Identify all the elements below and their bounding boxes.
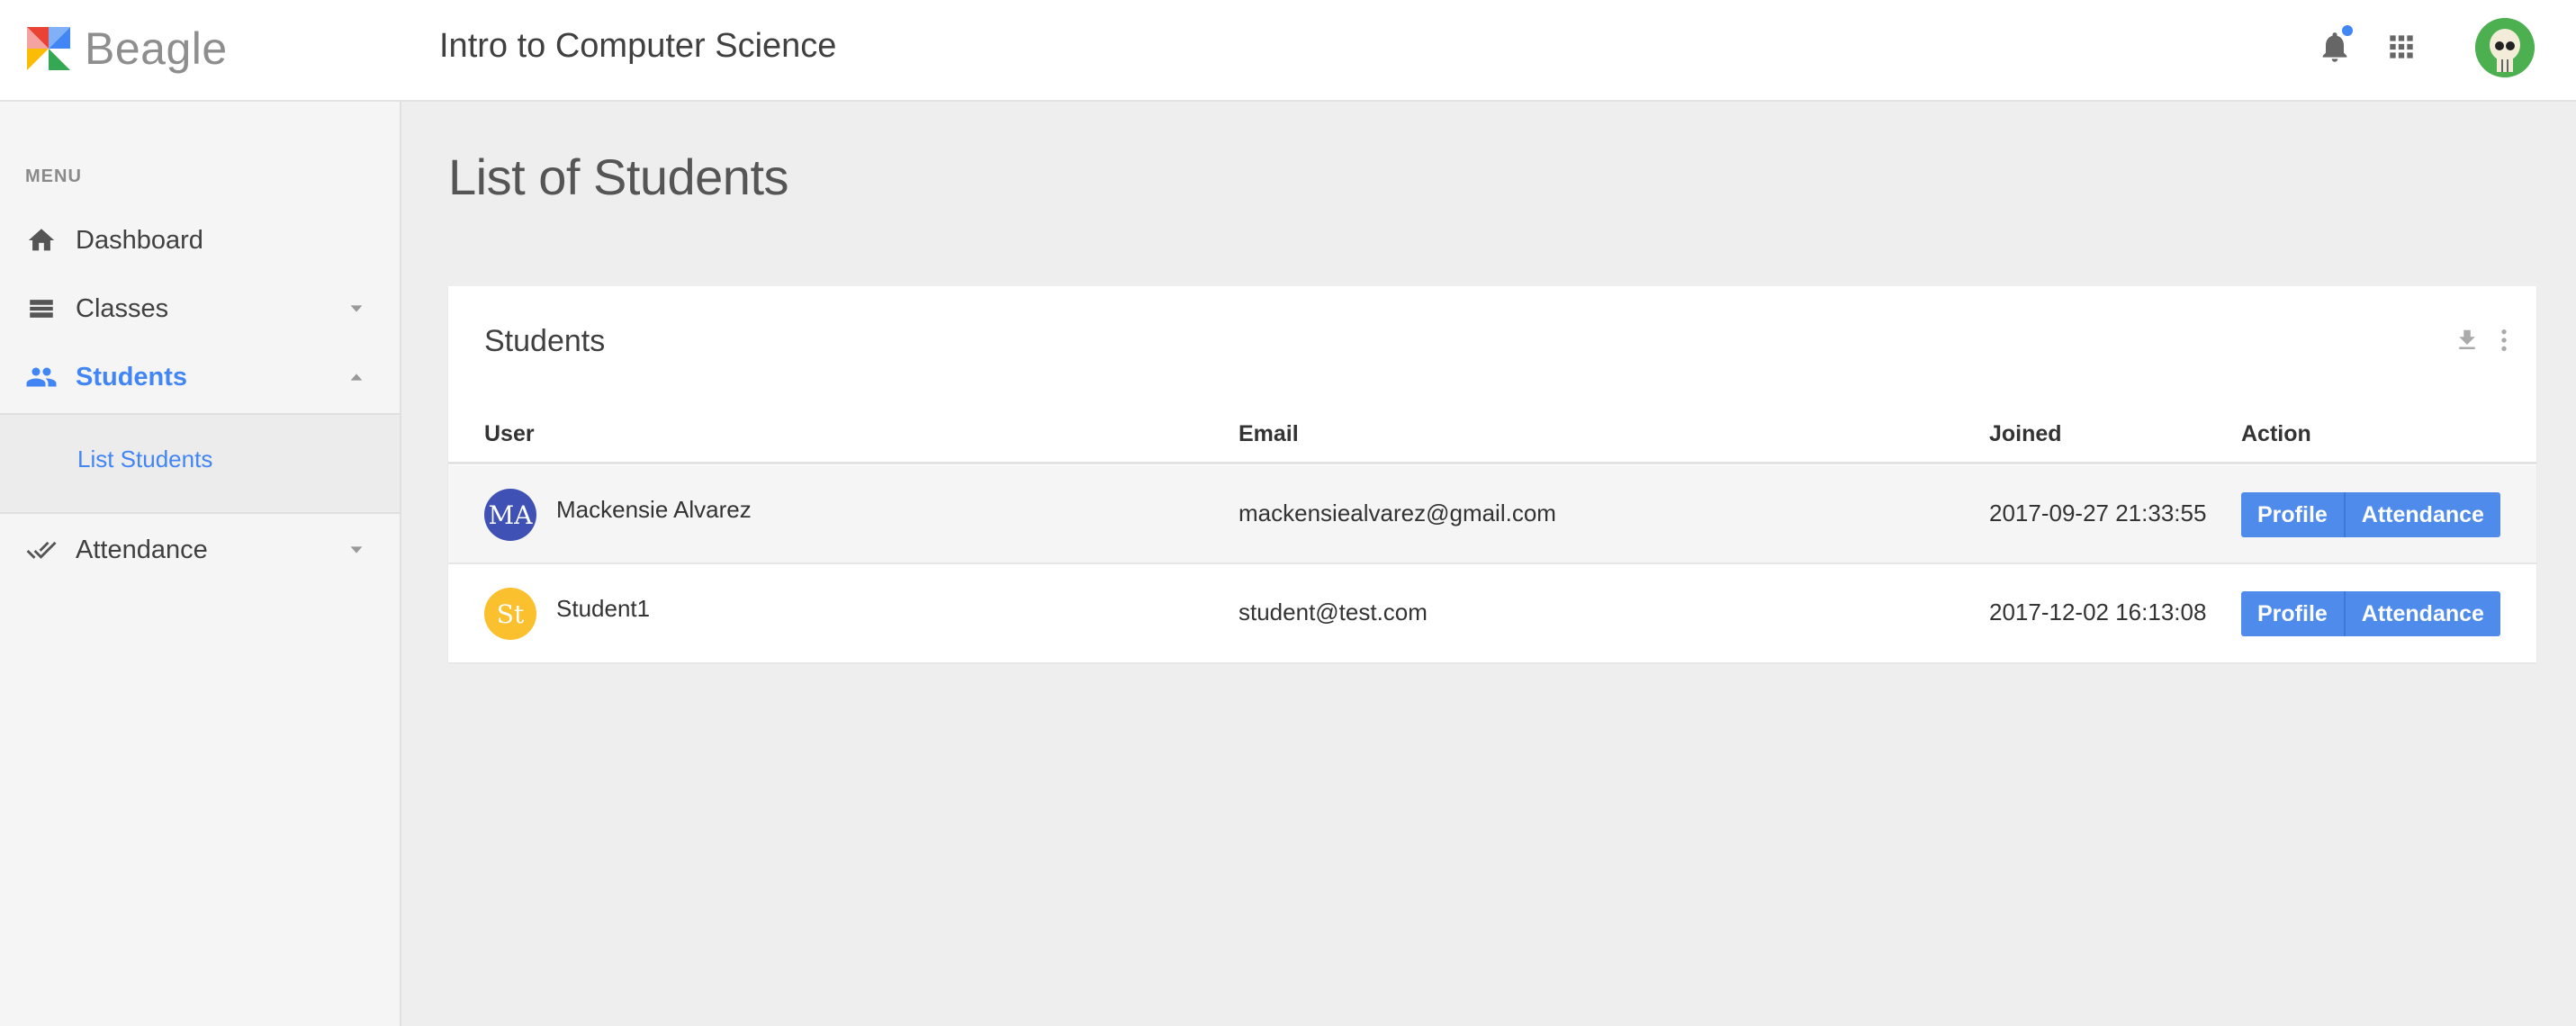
app-name: Beagle [85, 23, 228, 74]
submenu-item-list-students[interactable]: List Students [77, 446, 212, 473]
sidebar-item-attendance[interactable]: Attendance [0, 516, 400, 584]
chevron-up-icon [346, 366, 367, 388]
list-icon [25, 292, 58, 325]
card-title: Students [484, 324, 606, 358]
student-joined: 2017-09-27 21:33:55 [1989, 500, 2207, 526]
notifications-button[interactable] [2311, 23, 2358, 70]
home-icon [25, 224, 58, 256]
page-title: List of Students [448, 148, 789, 205]
people-icon [25, 361, 58, 393]
column-header-joined[interactable]: Joined [1989, 421, 2062, 447]
attendance-button[interactable]: Attendance [2345, 492, 2500, 537]
chevron-down-icon [346, 539, 367, 561]
skull-avatar-icon [2475, 18, 2535, 77]
sidebar-item-label: Students [76, 362, 188, 392]
menu-heading: MENU [25, 166, 82, 186]
student-email: mackensiealvarez@gmail.com [1238, 500, 1556, 526]
chevron-down-icon [346, 298, 367, 320]
profile-button[interactable]: Profile [2241, 492, 2346, 537]
user-avatar[interactable] [2475, 18, 2535, 77]
students-submenu: List Students [0, 413, 400, 514]
attendance-button[interactable]: Attendance [2345, 591, 2500, 636]
card-tools [2454, 326, 2509, 359]
sidebar-item-classes[interactable]: Classes [0, 274, 400, 343]
action-button-group: Profile Attendance [2241, 591, 2500, 636]
apps-grid-icon [2390, 35, 2413, 58]
notification-dot [2342, 25, 2353, 36]
action-button-group: Profile Attendance [2241, 492, 2500, 537]
table-header: User Email Joined Action [448, 403, 2536, 464]
table-row[interactable]: MA Mackensie Alvarez mackensiealvarez@gm… [448, 465, 2536, 564]
download-icon[interactable] [2454, 326, 2481, 359]
student-avatar: MA [484, 489, 536, 541]
top-bar: Beagle Intro to Computer Science [0, 0, 2576, 102]
column-header-action: Action [2241, 421, 2311, 446]
student-email: student@test.com [1238, 598, 1428, 626]
student-name: Student1 [556, 595, 651, 622]
sidebar-item-label: Classes [76, 293, 169, 323]
apps-button[interactable] [2378, 23, 2425, 70]
student-avatar: St [484, 588, 536, 640]
double-check-icon [25, 534, 58, 566]
sidebar-item-label: Attendance [76, 535, 208, 564]
column-header-email[interactable]: Email [1238, 421, 1299, 447]
profile-button[interactable]: Profile [2241, 591, 2346, 636]
table-row[interactable]: St Student1 student@test.com 2017-12-02 … [448, 564, 2536, 663]
app-logo[interactable]: Beagle [23, 20, 228, 77]
sidebar-item-students[interactable]: Students [0, 343, 400, 411]
student-name: Mackensie Alvarez [556, 496, 752, 523]
sidebar-item-label: Dashboard [76, 225, 203, 255]
pinwheel-logo-icon [27, 27, 70, 70]
course-title: Intro to Computer Science [439, 27, 837, 65]
sidebar: MENU Dashboard Classes Students List Stu… [0, 102, 401, 1026]
sidebar-item-dashboard[interactable]: Dashboard [0, 206, 400, 274]
more-vert-icon[interactable] [2499, 326, 2509, 359]
column-header-user[interactable]: User [484, 421, 535, 447]
student-joined: 2017-12-02 16:13:08 [1989, 598, 2207, 626]
students-card: Students User Email Joined Action MA Mac… [448, 286, 2536, 662]
